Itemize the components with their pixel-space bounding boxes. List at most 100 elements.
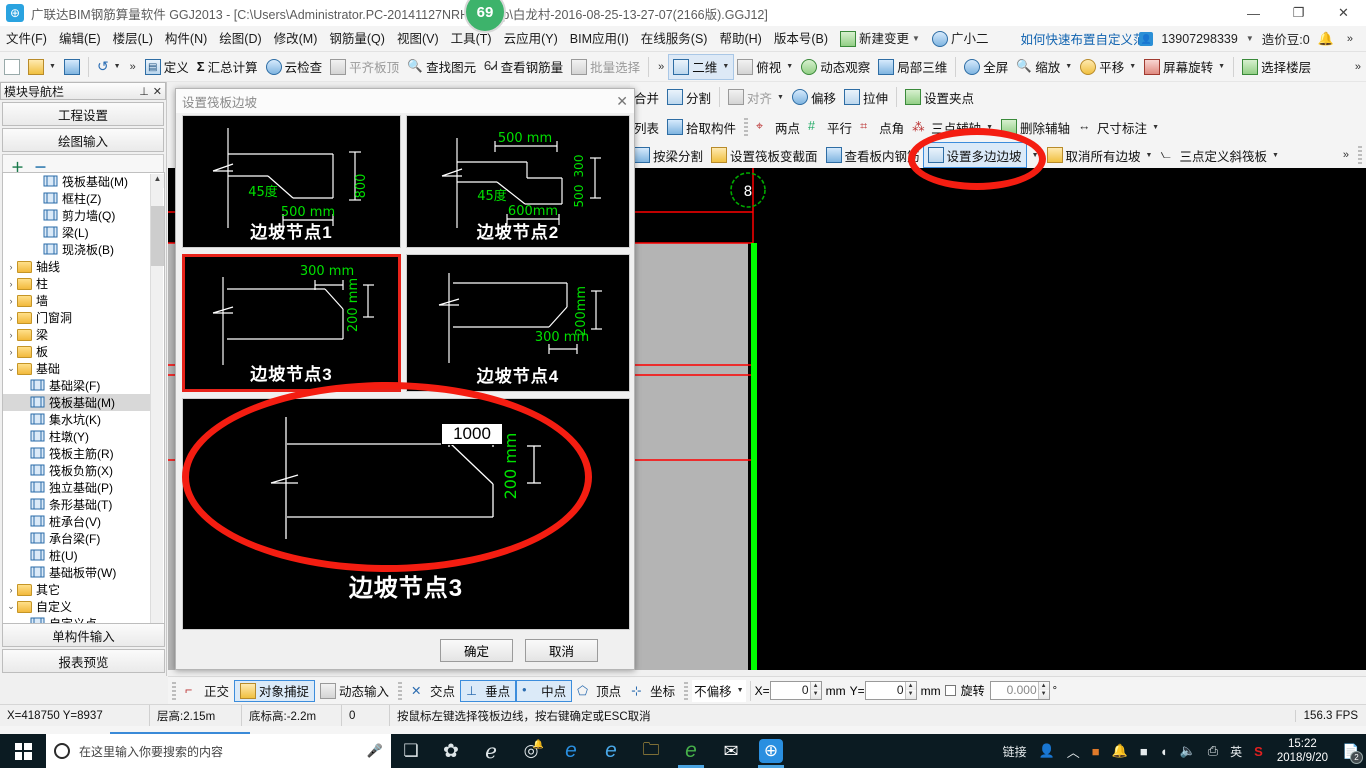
offset-mode-select[interactable]: 不偏移 ▼ — [692, 679, 746, 702]
raft-toolbar-overflow[interactable]: » — [1338, 149, 1354, 161]
tree-item[interactable]: › 柱 — [3, 275, 150, 292]
chevron-right-icon[interactable]: › — [5, 279, 17, 289]
parallel-button[interactable]: # 平行 — [804, 115, 856, 139]
chevron-down-icon[interactable]: ▼ — [1246, 34, 1254, 43]
view-rebar-button[interactable]: ᏮᏗ 查看钢筋量 — [480, 55, 567, 79]
tree-item[interactable]: 集水坑(K) — [3, 411, 150, 428]
menu-cloud[interactable]: 云应用(Y) — [498, 28, 564, 50]
set-raft-section-button[interactable]: 设置筏板变截面 — [707, 143, 822, 167]
slope-option-1[interactable]: 800 500 mm 45度 边坡节点1 — [182, 115, 401, 248]
point-angle-button[interactable]: ⌗ 点角 — [856, 115, 908, 139]
tree-item[interactable]: 柱墩(Y) — [3, 428, 150, 445]
bell-icon[interactable]: 🔔 — [1318, 31, 1334, 47]
mail-button[interactable]: ✉ — [711, 734, 751, 768]
toolbar-grip[interactable] — [744, 118, 749, 136]
tree-item[interactable]: 筏板基础(M) — [3, 173, 150, 190]
menu-help[interactable]: 帮助(H) — [713, 28, 767, 50]
spinner-down-icon[interactable]: ▼ — [809, 690, 821, 699]
slope-option-4[interactable]: 300 mm 200mm 边坡节点4 — [406, 254, 630, 392]
ie-outline-button[interactable]: ℯ — [471, 734, 511, 768]
x-offset-input[interactable]: 0 ▲ ▼ — [769, 681, 822, 700]
glodon-app-button[interactable]: ⊕ — [751, 734, 791, 768]
taskbar-search-box[interactable]: 在这里输入你要搜索的内容 🎤 — [46, 734, 391, 768]
maximize-button[interactable]: ❐ — [1276, 0, 1321, 26]
component-tree[interactable]: 筏板基础(M) 框柱(Z) 剪力墙(Q) 梁(L) 现浇板(B) › 轴线 › 柱 › 墙 › 门窗洞 ›… — [2, 172, 165, 645]
tree-item[interactable]: ⌄ 自定义 — [3, 598, 150, 615]
cancel-all-slope-button[interactable]: 取消所有边坡 ▼ — [1043, 143, 1157, 167]
close-icon[interactable]: ✕ — [153, 85, 162, 98]
tree-item[interactable]: › 轴线 — [3, 258, 150, 275]
chevron-right-icon[interactable]: › — [5, 296, 17, 306]
new-change-button[interactable]: 新建变更 ▼ — [834, 28, 926, 50]
split-button[interactable]: 分割 — [663, 85, 715, 109]
split-by-beam-button[interactable]: 按梁分割 — [630, 143, 707, 167]
tree-scrollbar[interactable]: ▲ ▼ — [150, 174, 164, 643]
drawing-input-button[interactable]: 绘图输入 — [2, 128, 164, 152]
tree-item[interactable]: › 其它 — [3, 581, 150, 598]
chevron-right-icon[interactable]: › — [5, 347, 17, 357]
notification-center-button[interactable]: 📄 2 — [1336, 734, 1366, 768]
rotate-checkbox[interactable] — [944, 685, 956, 696]
tree-item[interactable]: 梁(L) — [3, 224, 150, 241]
set-multi-slope-button[interactable]: 设置多边边坡 — [922, 142, 1027, 168]
view-2d-button[interactable]: 二维 ▼ — [668, 53, 735, 80]
link-label[interactable]: 链接 — [997, 743, 1033, 760]
pick-component-button[interactable]: 拾取构件 — [663, 115, 740, 139]
chevron-right-icon[interactable]: › — [5, 585, 17, 595]
stretch-button[interactable]: 拉伸 — [840, 85, 892, 109]
menu-file[interactable]: 文件(F) — [0, 28, 53, 50]
undo-button[interactable]: ↺ ▼ — [93, 55, 125, 79]
ime-indicator[interactable]: 英 — [1224, 743, 1248, 760]
open-file-button[interactable]: ▼ — [24, 55, 60, 79]
tree-item[interactable]: › 墙 — [3, 292, 150, 309]
ok-button[interactable]: 确定 — [440, 638, 513, 662]
dialog-close-icon[interactable]: ✕ — [616, 93, 628, 110]
ortho-toggle[interactable]: ⌐ 正交 — [180, 680, 234, 702]
slope-option-3[interactable]: 300 mm 200 mm 边坡节点3 — [182, 254, 401, 392]
menu-view[interactable]: 视图(V) — [391, 28, 445, 50]
account-number[interactable]: 13907298339 — [1161, 32, 1237, 46]
zoom-button[interactable]: 🔍 缩放 ▼ — [1012, 55, 1076, 79]
save-button[interactable] — [60, 55, 84, 79]
chevron-down-icon[interactable]: ⌄ — [5, 363, 17, 374]
slope-preview[interactable]: 200 mm 1000 边坡节点3 — [182, 398, 630, 630]
tree-item[interactable]: › 梁 — [3, 326, 150, 343]
y-offset-input[interactable]: 0 ▲ ▼ — [864, 681, 917, 700]
close-button[interactable]: ✕ — [1321, 0, 1366, 26]
cloud-check-button[interactable]: 云检查 — [262, 55, 327, 79]
define-button[interactable]: ▤ 定义 — [141, 55, 193, 79]
menu-rebar[interactable]: 钢筋量(Q) — [323, 28, 391, 50]
menu-draw[interactable]: 绘图(D) — [213, 28, 267, 50]
pan-button[interactable]: 平移 ▼ — [1076, 55, 1140, 79]
edge-button[interactable]: e — [551, 734, 591, 768]
start-button[interactable] — [0, 734, 46, 768]
spinner-down-icon[interactable]: ▼ — [904, 690, 916, 699]
set-multi-slope-dropdown[interactable]: ▼ — [1026, 143, 1043, 167]
taskbar-clock[interactable]: 15:22 2018/9/20 — [1269, 737, 1336, 765]
offset-button[interactable]: 偏移 — [788, 85, 840, 109]
sogou-icon[interactable]: S — [1248, 744, 1269, 759]
chevron-right-icon[interactable]: › — [5, 330, 17, 340]
vertex-snap-toggle[interactable]: ⬠ 顶点 — [572, 680, 626, 702]
three-point-raft-button[interactable]: ⦦ 三点定义斜筏板 ▼ — [1156, 143, 1282, 167]
task-view-button[interactable]: ❏ — [391, 734, 431, 768]
summary-calc-button[interactable]: Σ 汇总计算 — [193, 55, 262, 79]
chevron-right-icon[interactable]: › — [5, 262, 17, 272]
tree-item[interactable]: 承台梁(F) — [3, 530, 150, 547]
ie-button[interactable]: e — [591, 734, 631, 768]
menu-version[interactable]: 版本号(B) — [768, 28, 834, 50]
coordinate-snap-toggle[interactable]: ⊹ 坐标 — [626, 680, 680, 702]
chevron-up-icon[interactable]: ︿ — [1061, 742, 1086, 761]
single-component-input-button[interactable]: 单构件输入 — [2, 623, 165, 647]
project-settings-button[interactable]: 工程设置 — [2, 102, 164, 126]
batch-select-button[interactable]: 批量选择 — [567, 55, 644, 79]
partial-3d-button[interactable]: 局部三维 — [874, 55, 951, 79]
tree-item[interactable]: 基础板带(W) — [3, 564, 150, 581]
menu-edit[interactable]: 编辑(E) — [53, 28, 107, 50]
bell-icon[interactable]: 🔔 — [1106, 743, 1134, 759]
tree-item[interactable]: 筏板主筋(R) — [3, 445, 150, 462]
tree-item[interactable]: › 板 — [3, 343, 150, 360]
optionbar-grip[interactable] — [684, 681, 689, 700]
battery-icon[interactable]: ■ — [1134, 744, 1154, 759]
tree-item[interactable]: ⌄ 基础 — [3, 360, 150, 377]
